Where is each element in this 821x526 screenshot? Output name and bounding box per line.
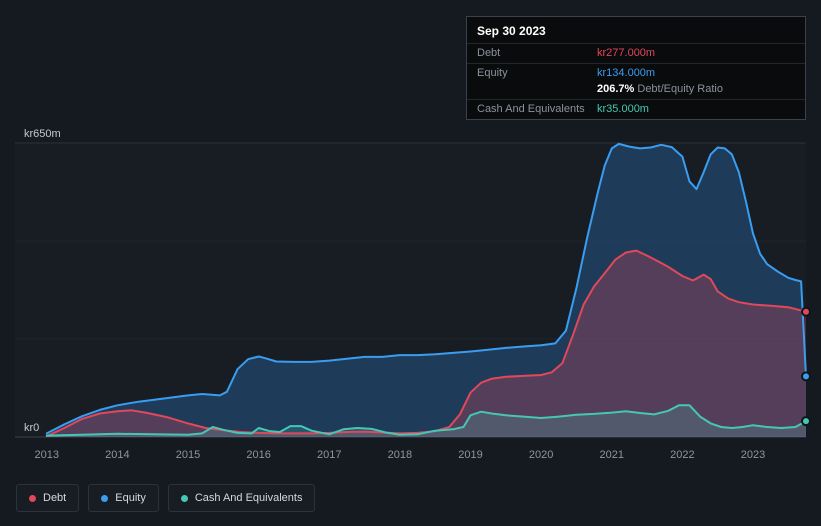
tooltip-cash-value: kr35.000m <box>597 103 649 115</box>
equity-end-dot[interactable] <box>801 371 811 382</box>
x-tick-label: 2015 <box>176 449 200 461</box>
tooltip-debt-label: Debt <box>477 47 501 59</box>
x-tick-label: 2019 <box>458 449 482 461</box>
tooltip-equity-value: kr134.000m <box>597 67 656 79</box>
legend-label-equity: Equity <box>115 492 146 504</box>
legend-label-debt: Debt <box>43 492 67 504</box>
x-tick-label: 2023 <box>741 449 765 461</box>
legend-item-cash[interactable]: Cash And Equivalents <box>167 484 316 512</box>
x-tick-label: 2022 <box>670 449 694 461</box>
x-tick-label: 2018 <box>388 449 412 461</box>
x-tick-label: 2021 <box>600 449 624 461</box>
x-tick-label: 2020 <box>529 449 553 461</box>
debt-dot-icon <box>29 494 36 502</box>
debt-end-dot[interactable] <box>801 306 811 317</box>
legend: Debt Equity Cash And Equivalents <box>16 484 316 512</box>
tooltip-panel: Sep 30 2023 Debt kr277.000m Equity kr134… <box>466 16 806 120</box>
legend-label-cash: Cash And Equivalents <box>194 492 303 504</box>
ratio-label: Debt/Equity Ratio <box>637 83 723 95</box>
legend-item-equity[interactable]: Equity <box>88 484 159 512</box>
tooltip-row-ratio: 206.7% Debt/Equity Ratio <box>467 83 805 99</box>
tooltip-date: Sep 30 2023 <box>477 24 546 38</box>
tooltip-ratio-value: 206.7% Debt/Equity Ratio <box>597 83 795 95</box>
x-tick-label: 2016 <box>246 449 270 461</box>
y-axis-label: kr650m <box>24 128 61 140</box>
ratio-percent: 206.7% <box>597 83 635 95</box>
x-tick-label: 2013 <box>35 449 59 461</box>
x-tick-label: 2017 <box>317 449 341 461</box>
cash-end-dot[interactable] <box>801 416 811 427</box>
tooltip-row-equity: Equity kr134.000m <box>467 63 805 83</box>
cash-dot-icon <box>180 494 188 502</box>
y-axis-label: kr0 <box>24 422 39 434</box>
equity-dot-icon <box>101 494 109 502</box>
x-tick-label: 2014 <box>105 449 129 461</box>
tooltip-equity-label: Equity <box>477 67 508 79</box>
tooltip-debt-value: kr277.000m <box>597 47 656 59</box>
tooltip-row-cash: Cash And Equivalents kr35.000m <box>467 99 805 119</box>
legend-item-debt[interactable]: Debt <box>16 484 80 512</box>
tooltip-row-debt: Debt kr277.000m <box>467 43 805 63</box>
tooltip-cash-label: Cash And Equivalents <box>477 103 585 115</box>
